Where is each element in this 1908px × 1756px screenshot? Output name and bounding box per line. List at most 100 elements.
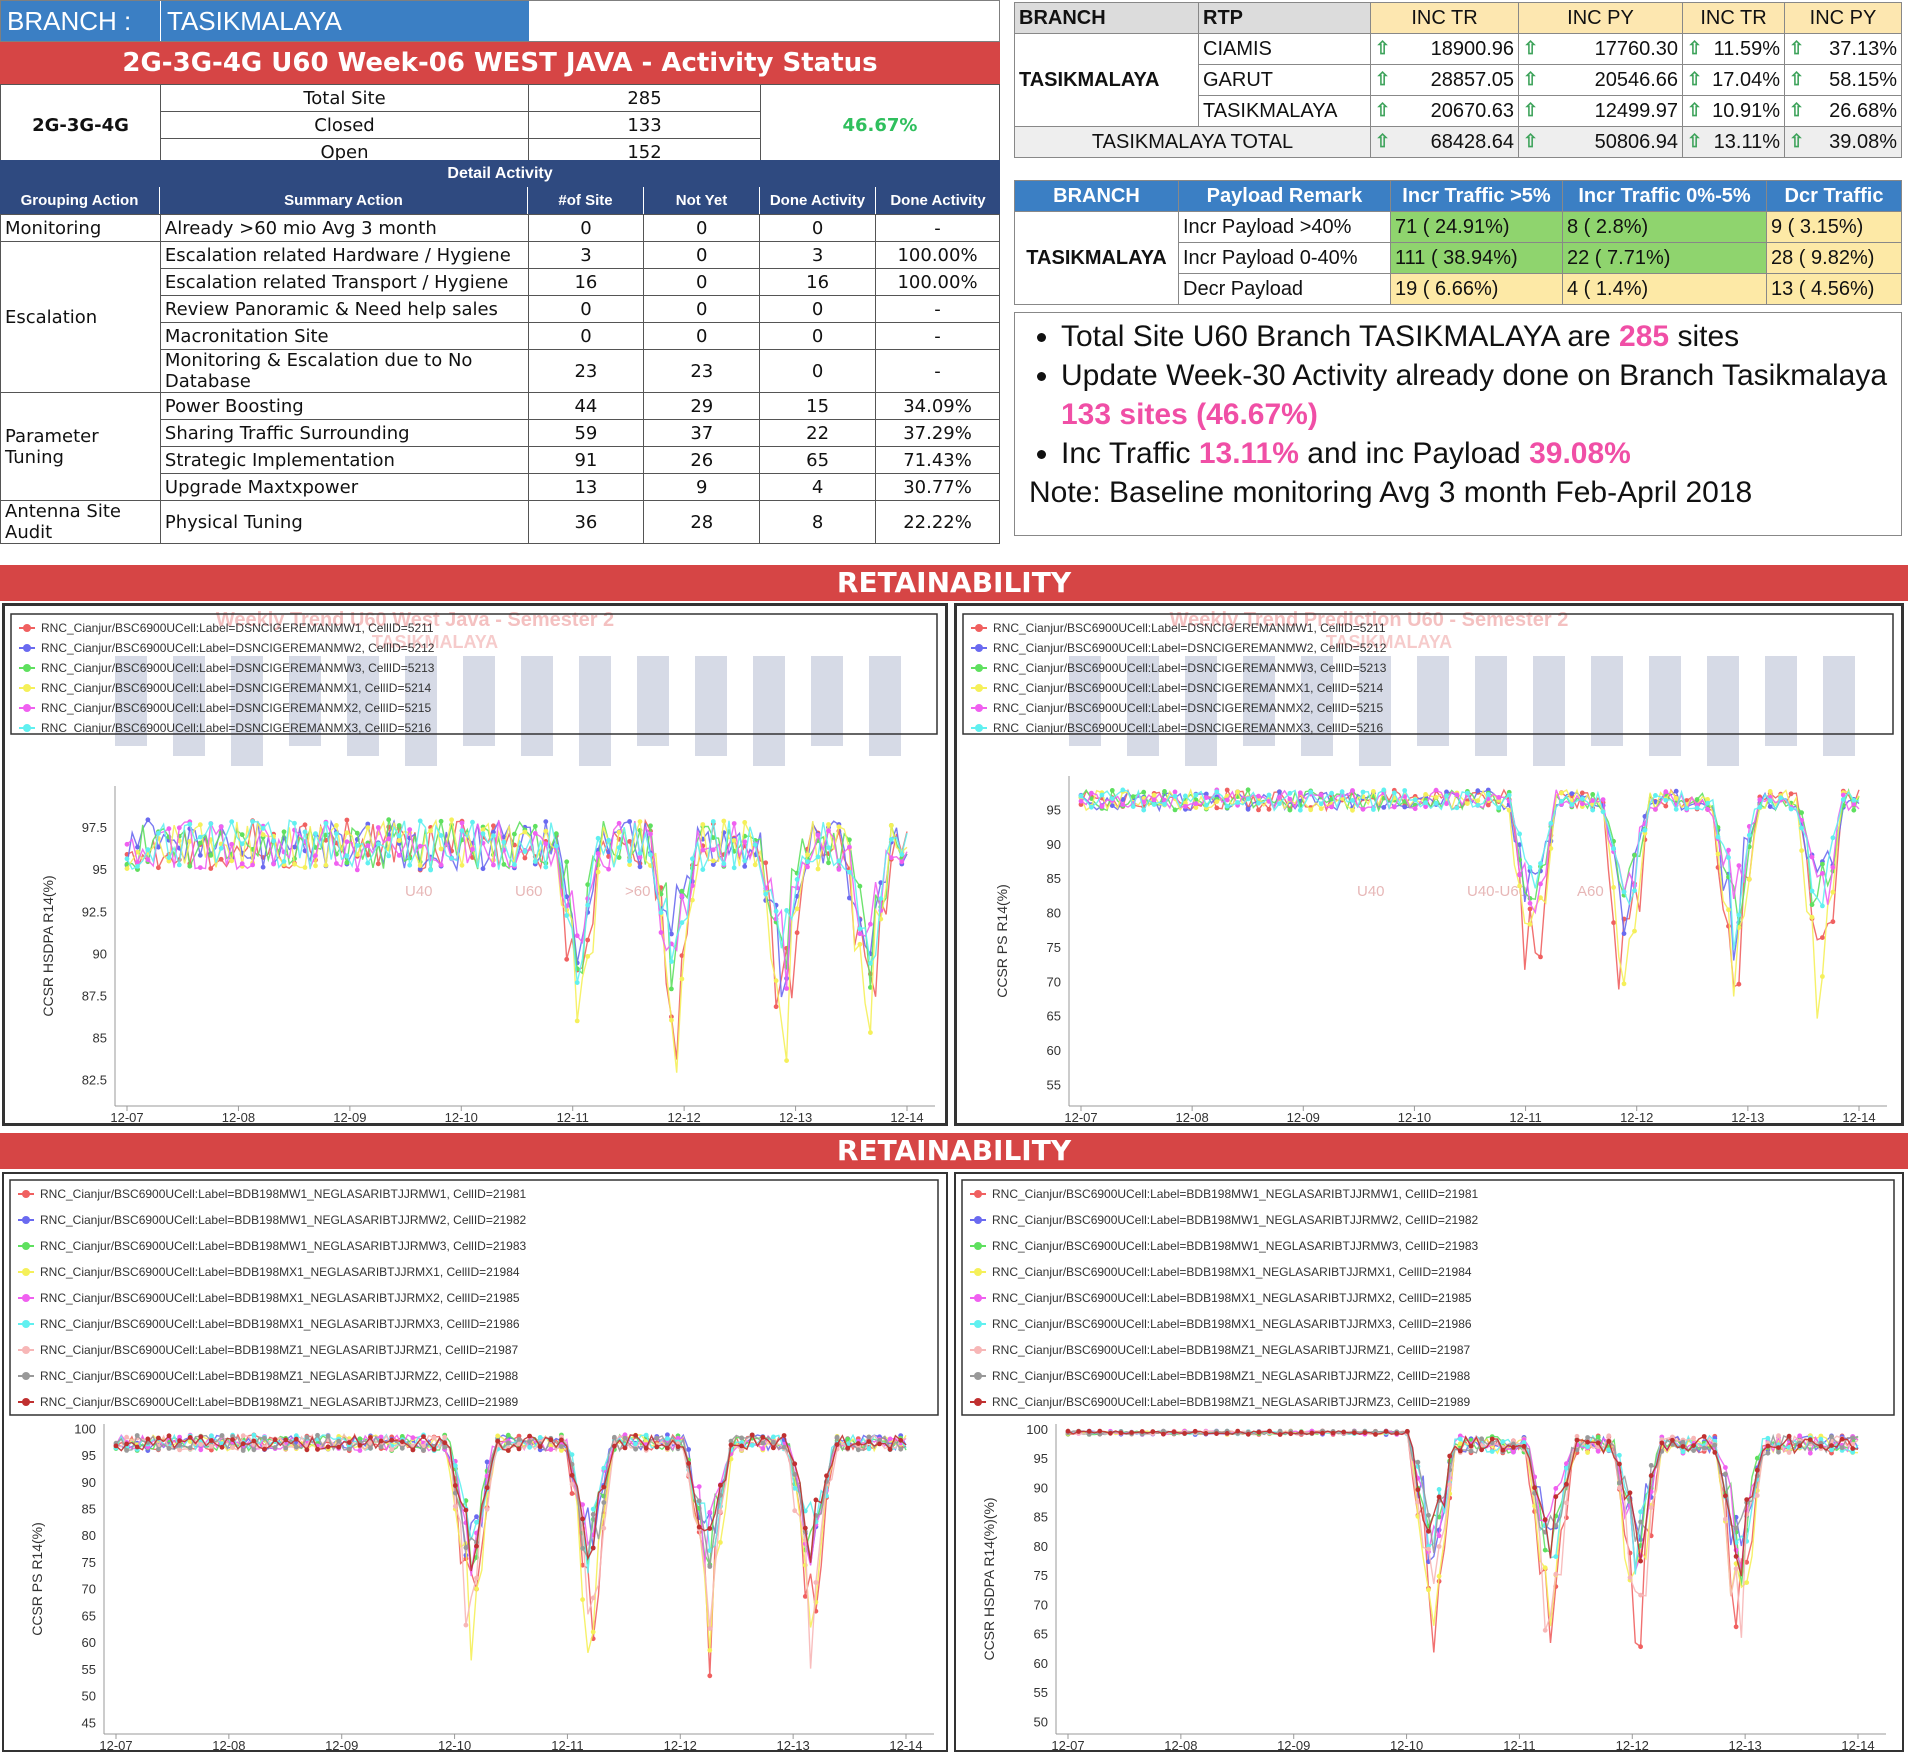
y-tick-label: 85	[1047, 871, 1061, 886]
series-point	[1590, 798, 1596, 803]
legend-marker	[974, 1320, 982, 1328]
series-point	[794, 930, 800, 936]
ghost-bar	[1765, 656, 1797, 746]
series-point	[836, 867, 842, 872]
series-point	[1705, 807, 1710, 812]
series-point	[1746, 876, 1752, 882]
y-tick-label: 97.5	[82, 820, 107, 835]
legend-marker	[23, 724, 31, 732]
series-point	[1277, 801, 1282, 806]
series-point	[1078, 798, 1084, 804]
y-tick-label: 95	[1047, 802, 1061, 817]
sites-cell: 0	[527, 295, 645, 323]
series-point	[407, 862, 413, 868]
series-point	[899, 852, 905, 857]
series-point	[304, 1447, 310, 1453]
series-point	[834, 1442, 840, 1447]
series-point	[491, 833, 496, 839]
ghost-bar	[637, 656, 669, 746]
note-text: Inc Traffic	[1061, 437, 1199, 470]
series-point	[1807, 1450, 1813, 1456]
up-arrow-icon: ⇧	[1789, 130, 1805, 151]
note-bullet: Update Week-30 Activity already done on …	[1061, 356, 1887, 434]
series-point	[313, 863, 318, 869]
series-point	[742, 820, 748, 825]
series-point	[1182, 1431, 1187, 1436]
legend-label: RNC_Cianjur/BSC6900UCell:Label=DSNCIGERE…	[41, 701, 431, 715]
action-cell: Monitoring & Escalation due to No Databa…	[159, 349, 529, 393]
series-point	[501, 862, 507, 867]
series-point	[1203, 1431, 1209, 1436]
series-point	[1298, 1429, 1304, 1435]
series-point	[1653, 793, 1658, 798]
series-point	[1663, 797, 1669, 803]
series-point	[1436, 1544, 1442, 1549]
y-tick-label: 60	[1047, 1043, 1061, 1058]
done-cell: 4	[759, 473, 877, 501]
x-tick-label: 12-09	[1287, 1110, 1320, 1123]
series-point	[898, 1446, 904, 1452]
series-point	[763, 860, 769, 866]
series-point	[334, 861, 339, 866]
up-arrow-icon: ⇧	[1687, 37, 1703, 58]
traffic-head-inc-py: INC PY	[1518, 2, 1683, 34]
series-point	[606, 866, 611, 872]
series-point	[344, 860, 350, 866]
legend-label: RNC_Cianjur/BSC6900UCell:Label=BDB198MX1…	[40, 1265, 520, 1279]
x-tick-label: 12-14	[1842, 1110, 1875, 1123]
series-point	[315, 1432, 320, 1438]
series-point	[1245, 796, 1251, 802]
series-point	[627, 858, 632, 864]
series-point	[313, 853, 318, 858]
y-axis-label: CCSR HSDPA R14(%)	[40, 875, 56, 1016]
series-point	[1627, 1490, 1633, 1496]
series-point	[1120, 787, 1126, 793]
traffic-branch: TASIKMALAYA	[1014, 33, 1199, 127]
series-point	[564, 913, 570, 918]
payload-table: BRANCH Payload Remark Incr Traffic >5% I…	[1014, 180, 1902, 305]
series-point	[1776, 1433, 1781, 1439]
series-point	[1277, 789, 1282, 795]
series-point	[1371, 807, 1376, 812]
series-point	[1638, 1592, 1643, 1598]
payload-head-incr5: Incr Traffic >5%	[1390, 180, 1563, 212]
legend-label: RNC_Cianjur/BSC6900UCell:Label=BDB198MW1…	[40, 1187, 527, 1201]
series-point	[1129, 1430, 1134, 1435]
series-point	[260, 864, 266, 870]
series-point	[643, 1432, 649, 1438]
legend-marker	[22, 1398, 30, 1406]
series-point	[1736, 863, 1742, 868]
series-point	[826, 845, 831, 851]
legend-marker	[23, 644, 31, 652]
legend-label: RNC_Cianjur/BSC6900UCell:Label=BDB198MW1…	[40, 1213, 527, 1227]
y-tick-label: 75	[1034, 1568, 1048, 1583]
payload-cell: 28 ( 9.82%)	[1766, 242, 1902, 274]
series-point	[250, 819, 256, 824]
series-point	[1632, 852, 1637, 858]
note-bullet: Inc Traffic 13.11% and inc Payload 39.08…	[1061, 434, 1887, 473]
series-point	[643, 1445, 649, 1451]
note-highlight: 285	[1619, 320, 1670, 353]
series-point	[113, 1443, 119, 1449]
note-highlight: 39.08%	[1529, 437, 1631, 470]
traffic-inc-tr: ⇧ 11.59%	[1682, 33, 1785, 65]
series-point	[156, 865, 161, 871]
series-point	[522, 829, 528, 835]
y-tick-label: 55	[1034, 1685, 1048, 1700]
series-point	[1670, 1437, 1675, 1443]
legend-label: RNC_Cianjur/BSC6900UCell:Label=BDB198MX1…	[992, 1291, 1472, 1305]
sites-cell: 3	[527, 241, 645, 269]
legend-marker	[974, 1398, 982, 1406]
series-point	[134, 1433, 140, 1438]
x-tick-label: 12-08	[1176, 1110, 1209, 1123]
action-cell: Escalation related Hardware / Hygiene	[159, 241, 529, 269]
series-point	[1203, 802, 1209, 808]
series-point	[585, 937, 591, 943]
series-point	[1600, 797, 1606, 802]
series-point	[1496, 795, 1502, 800]
series-point	[1788, 806, 1794, 812]
series-point	[197, 865, 203, 870]
series-point	[1351, 1430, 1357, 1436]
y-tick-label: 65	[1047, 1009, 1061, 1024]
series-point	[1830, 835, 1836, 841]
